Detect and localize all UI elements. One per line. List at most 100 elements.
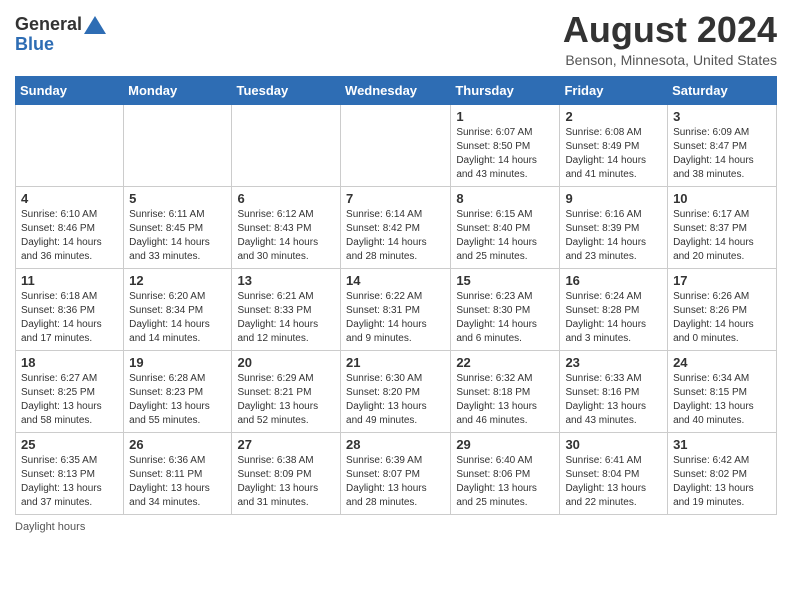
day-info: Sunrise: 6:09 AMSunset: 8:47 PMDaylight:… xyxy=(673,126,771,182)
calendar-cell: 8 Sunrise: 6:15 AMSunset: 8:40 PMDaylight… xyxy=(451,186,560,268)
logo-general-text: General xyxy=(15,15,82,35)
day-number: 14 xyxy=(346,273,445,288)
calendar-cell: 28 Sunrise: 6:39 AMSunset: 8:07 PMDayligh… xyxy=(341,432,451,514)
calendar-cell: 27Sunrise: 6:38 AMSunset: 8:09 PMDayligh… xyxy=(232,432,341,514)
day-info: Sunrise: 6:40 AMSunset: 8:06 PMDaylight:… xyxy=(456,454,554,510)
calendar-cell xyxy=(124,104,232,186)
day-info: Sunrise: 6:28 AMSunset: 8:23 PMDaylight:… xyxy=(129,372,226,428)
day-number: 18 xyxy=(21,355,118,370)
calendar-cell: 21 Sunrise: 6:30 AMSunset: 8:20 PMDayligh… xyxy=(341,350,451,432)
day-number: 11 xyxy=(21,273,118,288)
day-number: 4 xyxy=(21,191,118,206)
col-header-sunday: Sunday xyxy=(16,76,124,104)
day-number: 28 xyxy=(346,437,445,452)
calendar-cell: 15 Sunrise: 6:23 AMSunset: 8:30 PMDayligh… xyxy=(451,268,560,350)
calendar-cell: 6Sunrise: 6:12 AMSunset: 8:43 PMDaylight… xyxy=(232,186,341,268)
day-number: 31 xyxy=(673,437,771,452)
day-info: Sunrise: 6:24 AMSunset: 8:28 PMDaylight:… xyxy=(565,290,662,346)
day-number: 12 xyxy=(129,273,226,288)
main-title: August 2024 xyxy=(563,10,777,50)
day-info: Sunrise: 6:27 AMSunset: 8:25 PMDaylight:… xyxy=(21,372,118,428)
day-number: 6 xyxy=(237,191,335,206)
day-info: Sunrise: 6:17 AMSunset: 8:37 PMDaylight:… xyxy=(673,208,771,264)
day-info: Sunrise: 6:26 AMSunset: 8:26 PMDaylight:… xyxy=(673,290,771,346)
calendar-cell: 29Sunrise: 6:40 AMSunset: 8:06 PMDayligh… xyxy=(451,432,560,514)
day-info: Sunrise: 6:22 AMSunset: 8:31 PMDaylight:… xyxy=(346,290,445,346)
day-number: 15 xyxy=(456,273,554,288)
day-info: Sunrise: 6:39 AMSunset: 8:07 PMDaylight:… xyxy=(346,454,445,510)
calendar-cell: 16Sunrise: 6:24 AMSunset: 8:28 PMDayligh… xyxy=(560,268,668,350)
day-number: 23 xyxy=(565,355,662,370)
day-info: Sunrise: 6:23 AMSunset: 8:30 PMDaylight:… xyxy=(456,290,554,346)
calendar-cell: 2 Sunrise: 6:08 AMSunset: 8:49 PMDaylight… xyxy=(560,104,668,186)
day-info: Sunrise: 6:35 AMSunset: 8:13 PMDaylight:… xyxy=(21,454,118,510)
day-info: Sunrise: 6:20 AMSunset: 8:34 PMDaylight:… xyxy=(129,290,226,346)
calendar-cell: 5 Sunrise: 6:11 AMSunset: 8:45 PMDaylight… xyxy=(124,186,232,268)
day-info: Sunrise: 6:38 AMSunset: 8:09 PMDaylight:… xyxy=(237,454,335,510)
day-info: Sunrise: 6:32 AMSunset: 8:18 PMDaylight:… xyxy=(456,372,554,428)
calendar-cell: 1 Sunrise: 6:07 AMSunset: 8:50 PMDaylight… xyxy=(451,104,560,186)
calendar-cell xyxy=(16,104,124,186)
col-header-wednesday: Wednesday xyxy=(341,76,451,104)
day-info: Sunrise: 6:36 AMSunset: 8:11 PMDaylight:… xyxy=(129,454,226,510)
calendar-cell: 14 Sunrise: 6:22 AMSunset: 8:31 PMDayligh… xyxy=(341,268,451,350)
calendar-cell: 25 Sunrise: 6:35 AMSunset: 8:13 PMDayligh… xyxy=(16,432,124,514)
day-number: 22 xyxy=(456,355,554,370)
footer-note: Daylight hours xyxy=(15,521,777,533)
day-info: Sunrise: 6:29 AMSunset: 8:21 PMDaylight:… xyxy=(237,372,335,428)
day-number: 8 xyxy=(456,191,554,206)
col-header-monday: Monday xyxy=(124,76,232,104)
day-number: 26 xyxy=(129,437,226,452)
day-number: 2 xyxy=(565,109,662,124)
calendar-cell: 30 Sunrise: 6:41 AMSunset: 8:04 PMDayligh… xyxy=(560,432,668,514)
day-number: 21 xyxy=(346,355,445,370)
day-info: Sunrise: 6:08 AMSunset: 8:49 PMDaylight:… xyxy=(565,126,662,182)
calendar-cell: 31 Sunrise: 6:42 AMSunset: 8:02 PMDayligh… xyxy=(668,432,777,514)
day-number: 25 xyxy=(21,437,118,452)
calendar-week-4: 18 Sunrise: 6:27 AMSunset: 8:25 PMDayligh… xyxy=(16,350,777,432)
day-info: Sunrise: 6:42 AMSunset: 8:02 PMDaylight:… xyxy=(673,454,771,510)
calendar-cell: 19 Sunrise: 6:28 AMSunset: 8:23 PMDayligh… xyxy=(124,350,232,432)
calendar-cell: 18 Sunrise: 6:27 AMSunset: 8:25 PMDayligh… xyxy=(16,350,124,432)
day-number: 19 xyxy=(129,355,226,370)
calendar-cell: 23 Sunrise: 6:33 AMSunset: 8:16 PMDayligh… xyxy=(560,350,668,432)
calendar-week-2: 4 Sunrise: 6:10 AMSunset: 8:46 PMDaylight… xyxy=(16,186,777,268)
day-info: Sunrise: 6:10 AMSunset: 8:46 PMDaylight:… xyxy=(21,208,118,264)
calendar-cell xyxy=(232,104,341,186)
day-info: Sunrise: 6:30 AMSunset: 8:20 PMDaylight:… xyxy=(346,372,445,428)
day-number: 13 xyxy=(237,273,335,288)
day-number: 5 xyxy=(129,191,226,206)
col-header-tuesday: Tuesday xyxy=(232,76,341,104)
logo-blue-text: Blue xyxy=(15,35,54,55)
logo-icon xyxy=(84,16,106,34)
day-number: 1 xyxy=(456,109,554,124)
calendar-table: SundayMondayTuesdayWednesdayThursdayFrid… xyxy=(15,76,777,515)
calendar-cell: 9Sunrise: 6:16 AMSunset: 8:39 PMDaylight… xyxy=(560,186,668,268)
calendar-cell: 26 Sunrise: 6:36 AMSunset: 8:11 PMDayligh… xyxy=(124,432,232,514)
calendar-cell: 22 Sunrise: 6:32 AMSunset: 8:18 PMDayligh… xyxy=(451,350,560,432)
calendar-cell: 3 Sunrise: 6:09 AMSunset: 8:47 PMDaylight… xyxy=(668,104,777,186)
day-number: 24 xyxy=(673,355,771,370)
calendar-cell: 24 Sunrise: 6:34 AMSunset: 8:15 PMDayligh… xyxy=(668,350,777,432)
calendar-cell xyxy=(341,104,451,186)
day-info: Sunrise: 6:41 AMSunset: 8:04 PMDaylight:… xyxy=(565,454,662,510)
subtitle: Benson, Minnesota, United States xyxy=(563,52,777,68)
calendar-cell: 12 Sunrise: 6:20 AMSunset: 8:34 PMDayligh… xyxy=(124,268,232,350)
header: General Blue August 2024 Benson, Minneso… xyxy=(15,10,777,68)
day-number: 10 xyxy=(673,191,771,206)
day-info: Sunrise: 6:11 AMSunset: 8:45 PMDaylight:… xyxy=(129,208,226,264)
calendar-cell: 7Sunrise: 6:14 AMSunset: 8:42 PMDaylight… xyxy=(341,186,451,268)
day-info: Sunrise: 6:33 AMSunset: 8:16 PMDaylight:… xyxy=(565,372,662,428)
day-info: Sunrise: 6:15 AMSunset: 8:40 PMDaylight:… xyxy=(456,208,554,264)
calendar-cell: 20Sunrise: 6:29 AMSunset: 8:21 PMDayligh… xyxy=(232,350,341,432)
day-number: 30 xyxy=(565,437,662,452)
calendar-week-1: 1 Sunrise: 6:07 AMSunset: 8:50 PMDaylight… xyxy=(16,104,777,186)
calendar-header-row: SundayMondayTuesdayWednesdayThursdayFrid… xyxy=(16,76,777,104)
day-number: 7 xyxy=(346,191,445,206)
day-number: 3 xyxy=(673,109,771,124)
day-info: Sunrise: 6:07 AMSunset: 8:50 PMDaylight:… xyxy=(456,126,554,182)
day-info: Sunrise: 6:34 AMSunset: 8:15 PMDaylight:… xyxy=(673,372,771,428)
calendar-cell: 17Sunrise: 6:26 AMSunset: 8:26 PMDayligh… xyxy=(668,268,777,350)
col-header-friday: Friday xyxy=(560,76,668,104)
calendar-cell: 4 Sunrise: 6:10 AMSunset: 8:46 PMDaylight… xyxy=(16,186,124,268)
